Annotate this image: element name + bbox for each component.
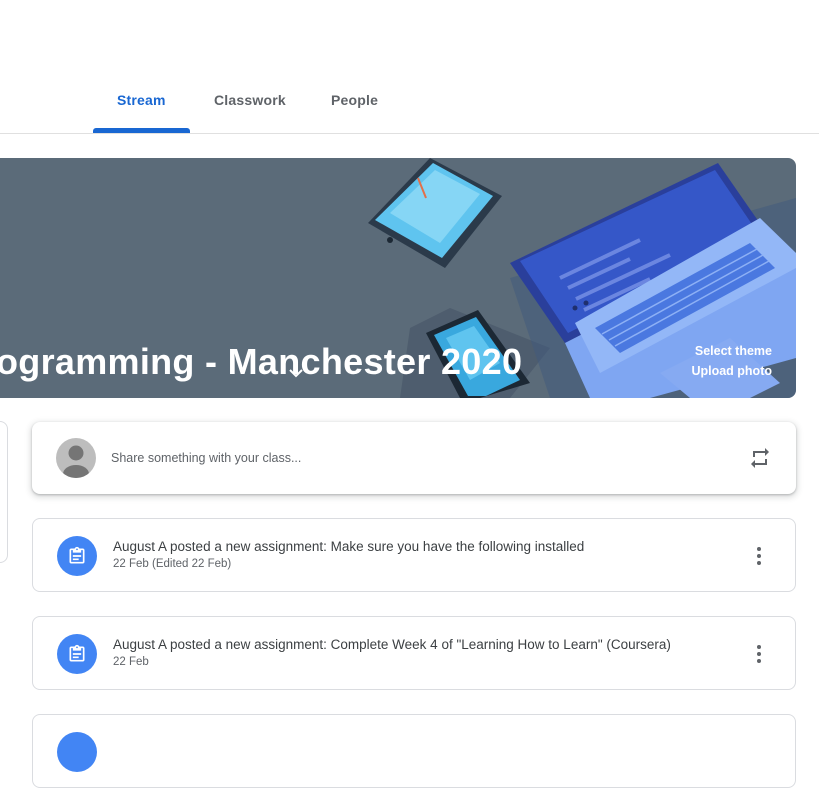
- select-theme-link[interactable]: Select theme: [695, 344, 772, 358]
- tab-people[interactable]: People: [331, 92, 378, 108]
- tab-classwork[interactable]: Classwork: [214, 92, 286, 108]
- class-title: ogramming - Manchester 2020: [0, 341, 523, 382]
- share-box[interactable]: Share something with your class...: [32, 422, 796, 494]
- chevron-down-icon[interactable]: [286, 364, 306, 384]
- assignment-icon: [57, 536, 97, 576]
- active-tab-indicator: [93, 128, 190, 133]
- avatar: [56, 438, 96, 478]
- class-banner: ogramming - Manchester 2020 Select theme…: [0, 158, 796, 398]
- more-options-icon[interactable]: [747, 544, 771, 568]
- stream-post[interactable]: [32, 714, 796, 788]
- share-input-placeholder[interactable]: Share something with your class...: [111, 451, 301, 465]
- post-date: 22 Feb: [113, 656, 149, 668]
- top-navigation: Stream Classwork People: [0, 0, 819, 134]
- stream-post[interactable]: August A posted a new assignment: Comple…: [32, 616, 796, 690]
- post-date: 22 Feb (Edited 22 Feb): [113, 558, 232, 570]
- user-icon: [63, 445, 89, 478]
- upload-photo-link[interactable]: Upload photo: [691, 364, 772, 378]
- assignment-icon: [57, 634, 97, 674]
- post-title[interactable]: August A posted a new assignment: Comple…: [113, 637, 733, 652]
- upcoming-card: [0, 421, 8, 563]
- more-options-icon[interactable]: [747, 642, 771, 666]
- stream-post[interactable]: August A posted a new assignment: Make s…: [32, 518, 796, 592]
- assignment-icon: [57, 732, 97, 772]
- post-title[interactable]: August A posted a new assignment: Make s…: [113, 539, 733, 554]
- repost-icon[interactable]: [748, 446, 772, 470]
- tab-stream[interactable]: Stream: [117, 92, 166, 108]
